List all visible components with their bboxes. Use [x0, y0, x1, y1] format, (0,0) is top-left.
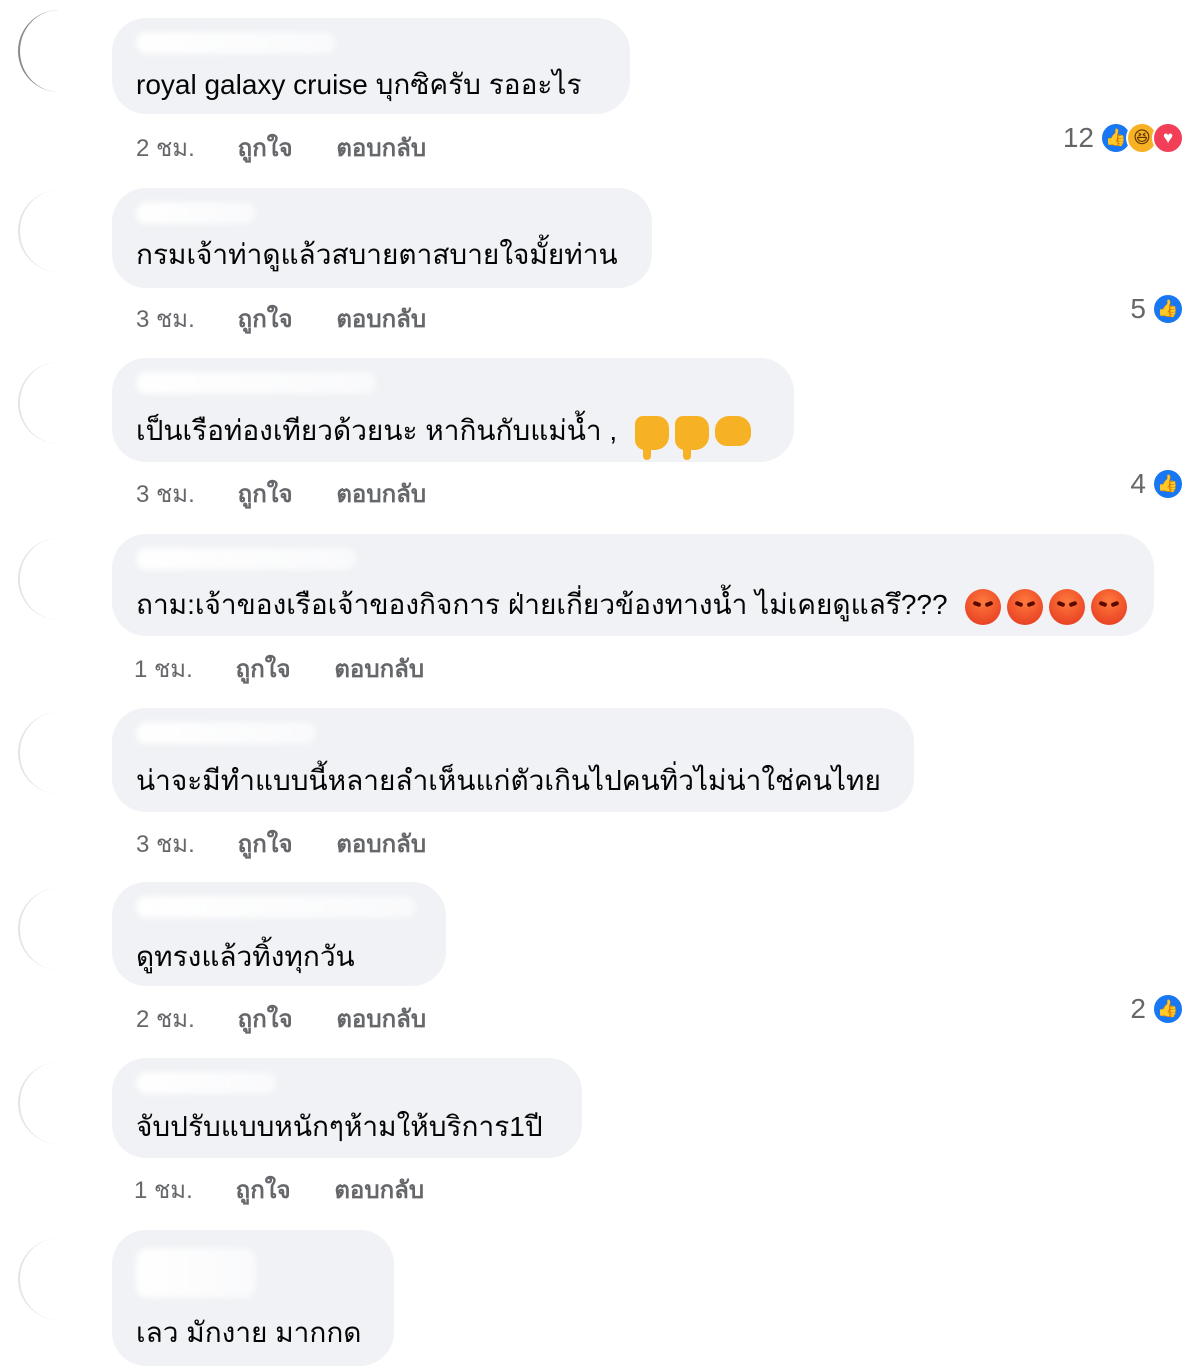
comment-bubble: ถาม:เจ้าของเรือเจ้าของกิจการ ฝ่ายเกี่ยวข…: [112, 534, 1154, 636]
avatar[interactable]: [18, 888, 100, 970]
comment-text: เป็นเรือท่องเทียวด้วยนะ หากินกับแม่น้ำ ,: [136, 414, 751, 460]
comment-text: จับปรับแบบหนักๆห้ามให้บริการ1ปี: [136, 1111, 543, 1142]
redacted-name: [136, 1072, 276, 1094]
reaction-summary[interactable]: 4 👍: [1130, 468, 1184, 500]
redacted-name: [136, 32, 336, 54]
reply-button[interactable]: ตอบกลับ: [336, 824, 426, 863]
comment-time[interactable]: 3 ชม.: [136, 299, 231, 338]
avatar[interactable]: [18, 10, 100, 92]
reaction-summary[interactable]: 12 👍 😆 ♥: [1063, 122, 1184, 154]
comment-meta: 1 ชม. ถูกใจ ตอบกลับ: [134, 1170, 424, 1209]
redacted-name: [136, 896, 416, 918]
redacted-name: [136, 722, 316, 744]
emoji-row: [635, 415, 751, 460]
emoji-row: [965, 588, 1128, 625]
comment-time[interactable]: 3 ชม.: [136, 824, 231, 863]
like-button[interactable]: ถูกใจ: [238, 824, 330, 863]
comment-text: เลว มักงาย มากกด: [136, 1317, 362, 1348]
comment-time[interactable]: 3 ชม.: [136, 474, 231, 513]
reaction-summary[interactable]: 2 👍: [1130, 993, 1184, 1025]
like-icon: 👍: [1152, 468, 1184, 500]
comment-time[interactable]: 2 ชม.: [136, 999, 231, 1038]
comment-bubble: น่าจะมีทำแบบนี้หลายลำเห็นแก่ตัวเกินไปคนท…: [112, 708, 914, 812]
reaction-summary[interactable]: 5 👍: [1130, 293, 1184, 325]
angry-face-icon: [1007, 588, 1044, 625]
thumbs-down-icon: [675, 415, 709, 460]
comment-time[interactable]: 1 ชม.: [134, 649, 229, 688]
love-icon: ♥: [1152, 122, 1184, 154]
comment-text: royal galaxy cruise บุกซิครับ รออะไร: [136, 69, 582, 100]
comment-text: ดูทรงแล้วทิ้งทุกวัน: [136, 941, 355, 972]
avatar[interactable]: [18, 1062, 100, 1144]
reply-button[interactable]: ตอบกลับ: [336, 128, 426, 167]
reaction-count: 12: [1062, 122, 1094, 153]
comment-text-content: ถาม:เจ้าของเรือเจ้าของกิจการ ฝ่ายเกี่ยวข…: [136, 589, 948, 620]
comment-meta: 3 ชม. ถูกใจ ตอบกลับ: [136, 474, 426, 513]
like-button[interactable]: ถูกใจ: [236, 1170, 328, 1209]
comment-bubble: royal galaxy cruise บุกซิครับ รออะไร: [112, 18, 630, 114]
redacted-name: [136, 548, 356, 570]
comment-meta: 3 ชม. ถูกใจ ตอบกลับ: [136, 824, 426, 863]
like-icon: 👍: [1152, 993, 1184, 1025]
reaction-count: 2: [1130, 993, 1146, 1024]
comment-text: น่าจะมีทำแบบนี้หลายลำเห็นแก่ตัวเกินไปคนท…: [136, 765, 881, 796]
like-button[interactable]: ถูกใจ: [238, 128, 330, 167]
like-button[interactable]: ถูกใจ: [238, 299, 330, 338]
reply-button[interactable]: ตอบกลับ: [334, 649, 424, 688]
comment-text: กรมเจ้าท่าดูแล้วสบายตาสบายใจมั้ยท่าน: [136, 239, 618, 270]
angry-face-icon: [1091, 588, 1128, 625]
comment-bubble: จับปรับแบบหนักๆห้ามให้บริการ1ปี: [112, 1058, 582, 1158]
comment-text-content: เป็นเรือท่องเทียวด้วยนะ หากินกับแม่น้ำ ,: [136, 415, 618, 446]
reply-button[interactable]: ตอบกลับ: [334, 1170, 424, 1209]
reply-button[interactable]: ตอบกลับ: [336, 299, 426, 338]
avatar[interactable]: [18, 538, 100, 620]
comment-bubble: ดูทรงแล้วทิ้งทุกวัน: [112, 882, 446, 986]
reply-button[interactable]: ตอบกลับ: [336, 999, 426, 1038]
comment-meta: 1 ชม. ถูกใจ ตอบกลับ: [134, 649, 424, 688]
comment-meta: 3 ชม. ถูกใจ ตอบกลับ: [136, 299, 426, 338]
comment-meta: 2 ชม. ถูกใจ ตอบกลับ: [136, 128, 426, 167]
comment-time[interactable]: 1 ชม.: [134, 1170, 229, 1209]
redacted-name: [136, 372, 376, 394]
redacted-name: [136, 202, 256, 224]
reply-button[interactable]: ตอบกลับ: [336, 474, 426, 513]
reaction-count: 5: [1130, 293, 1146, 324]
redacted-name: [136, 1248, 256, 1298]
avatar[interactable]: [18, 712, 100, 794]
angry-face-icon: [1049, 588, 1086, 625]
like-icon: 👍: [1152, 293, 1184, 325]
avatar[interactable]: [18, 362, 100, 444]
avatar[interactable]: [18, 1238, 100, 1320]
comment-meta: 2 ชม. ถูกใจ ตอบกลับ: [136, 999, 426, 1038]
reaction-count: 4: [1130, 468, 1146, 499]
comment-time[interactable]: 2 ชม.: [136, 128, 231, 167]
thumbs-down-icon: [635, 415, 669, 460]
angry-face-icon: [965, 588, 1002, 625]
comment-text: ถาม:เจ้าของเรือเจ้าของกิจการ ฝ่ายเกี่ยวข…: [136, 588, 1128, 625]
avatar[interactable]: [18, 190, 100, 272]
comment-bubble: เลว มักงาย มากกด: [112, 1230, 394, 1366]
like-button[interactable]: ถูกใจ: [236, 649, 328, 688]
fist-icon: [715, 415, 751, 446]
like-button[interactable]: ถูกใจ: [238, 474, 330, 513]
comment-bubble: เป็นเรือท่องเทียวด้วยนะ หากินกับแม่น้ำ ,: [112, 358, 794, 462]
like-button[interactable]: ถูกใจ: [238, 999, 330, 1038]
comment-bubble: กรมเจ้าท่าดูแล้วสบายตาสบายใจมั้ยท่าน: [112, 188, 652, 288]
